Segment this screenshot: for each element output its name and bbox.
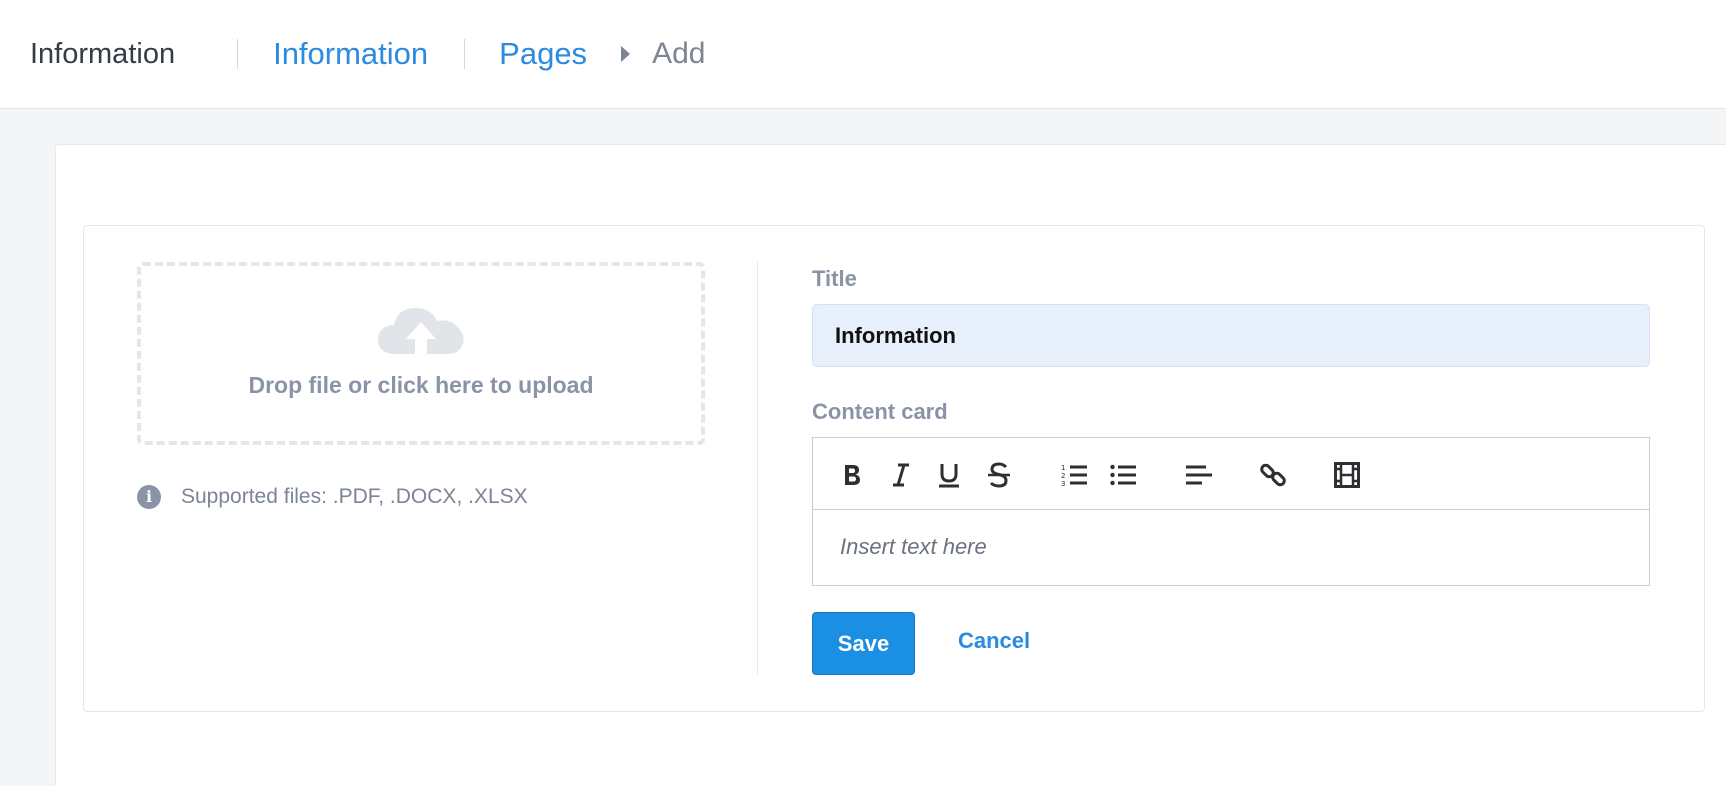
app-title: Information [30, 37, 176, 70]
breadcrumb-link-pages[interactable]: Pages [499, 36, 587, 72]
svg-text:2: 2 [1061, 472, 1065, 480]
cloud-upload-icon [378, 308, 464, 354]
dropzone-text: Drop file or click here to upload [248, 372, 594, 398]
breadcrumb-separator [464, 39, 466, 69]
bullet-list-icon[interactable] [1109, 460, 1137, 490]
title-label: Title [812, 266, 857, 291]
svg-text:3: 3 [1061, 480, 1065, 487]
breadcrumb-link-information[interactable]: Information [273, 36, 428, 72]
bold-icon[interactable] [839, 460, 865, 490]
underline-icon[interactable] [936, 460, 962, 490]
supported-files-text: Supported files: .PDF, .DOCX, .XLSX [181, 485, 528, 508]
svg-text:1: 1 [1061, 464, 1065, 472]
video-icon[interactable] [1333, 460, 1361, 490]
file-dropzone[interactable]: Drop file or click here to upload [137, 262, 705, 445]
strikethrough-icon[interactable] [986, 460, 1012, 490]
content-card-label: Content card [812, 399, 948, 424]
title-input[interactable] [812, 304, 1650, 367]
column-divider [757, 262, 758, 674]
italic-icon[interactable] [888, 460, 914, 490]
ordered-list-icon[interactable]: 123 [1060, 460, 1088, 490]
editor-toolbar: 123 [813, 438, 1649, 510]
caret-right-icon [621, 46, 631, 62]
rich-text-editor: 123 Insert text here [812, 437, 1650, 586]
editor-text-area[interactable]: Insert text here [813, 510, 1649, 560]
breadcrumb-current: Add [652, 37, 706, 70]
breadcrumb-separator [237, 39, 239, 69]
supported-files-note: i Supported files: .PDF, .DOCX, .XLSX [137, 485, 528, 509]
info-icon: i [137, 485, 161, 509]
save-button[interactable]: Save [812, 612, 915, 675]
align-left-icon[interactable] [1185, 460, 1213, 490]
cancel-button[interactable]: Cancel [958, 628, 1030, 654]
link-icon[interactable] [1259, 460, 1287, 490]
top-bar: Information Information Pages Add [0, 0, 1726, 109]
